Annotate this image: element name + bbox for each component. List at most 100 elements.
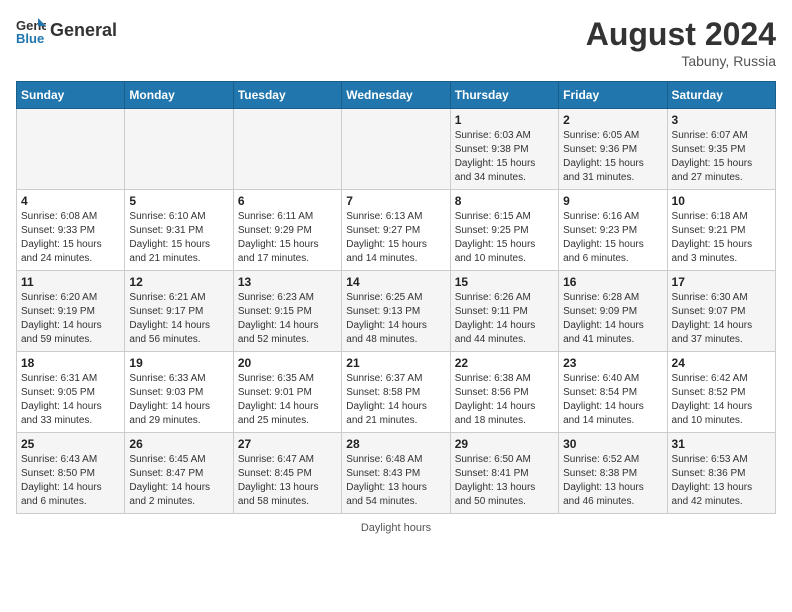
header-cell-thursday: Thursday (450, 82, 558, 109)
day-info: Sunrise: 6:03 AM Sunset: 9:38 PM Dayligh… (455, 129, 554, 185)
day-number: 9 (563, 194, 662, 208)
day-cell: 19Sunrise: 6:33 AM Sunset: 9:03 PM Dayli… (125, 352, 233, 433)
day-info: Sunrise: 6:42 AM Sunset: 8:52 PM Dayligh… (672, 372, 771, 428)
logo: General Blue General (16, 16, 117, 46)
day-info: Sunrise: 6:16 AM Sunset: 9:23 PM Dayligh… (563, 210, 662, 266)
day-number: 24 (672, 356, 771, 370)
day-number: 1 (455, 113, 554, 127)
day-info: Sunrise: 6:47 AM Sunset: 8:45 PM Dayligh… (238, 453, 337, 509)
day-number: 21 (346, 356, 445, 370)
daylight-label: Daylight hours (361, 522, 431, 534)
day-number: 22 (455, 356, 554, 370)
day-cell (17, 109, 125, 190)
day-number: 15 (455, 275, 554, 289)
day-cell: 4 Sunrise: 6:08 AM Sunset: 9:33 PM Daylig… (17, 190, 125, 271)
header-cell-sunday: Sunday (17, 82, 125, 109)
day-info: Sunrise: 6:15 AM Sunset: 9:25 PM Dayligh… (455, 210, 554, 266)
day-cell: 21 Sunrise: 6:37 AM Sunset: 8:58 PM Dayli… (342, 352, 450, 433)
day-info: Sunrise: 6:08 AM Sunset: 9:33 PM Dayligh… (21, 210, 120, 266)
day-info: Sunrise: 6:38 AM Sunset: 8:56 PM Dayligh… (455, 372, 554, 428)
day-cell: 11 Sunrise: 6:20 AM Sunset: 9:19 PM Dayli… (17, 271, 125, 352)
day-cell: 27 Sunrise: 6:47 AM Sunset: 8:45 PM Dayli… (233, 433, 341, 514)
day-info: Sunrise: 6:23 AM Sunset: 9:15 PM Dayligh… (238, 291, 337, 347)
month-year-title: August 2024 (586, 16, 776, 53)
day-info: Sunrise: 6:35 AM Sunset: 9:01 PM Dayligh… (238, 372, 337, 428)
day-info: Sunrise: 6:53 AM Sunset: 8:36 PM Dayligh… (672, 453, 771, 509)
day-number: 27 (238, 437, 337, 451)
day-info: Sunrise: 6:43 AM Sunset: 8:50 PM Dayligh… (21, 453, 120, 509)
day-cell: 20 Sunrise: 6:35 AM Sunset: 9:01 PM Dayli… (233, 352, 341, 433)
calendar-table: SundayMondayTuesdayWednesdayThursdayFrid… (16, 81, 776, 514)
day-info: Sunrise: 6:26 AM Sunset: 9:11 PM Dayligh… (455, 291, 554, 347)
day-info: Sunrise: 6:28 AM Sunset: 9:09 PM Dayligh… (563, 291, 662, 347)
day-cell: 6Sunrise: 6:11 AM Sunset: 9:29 PM Daylig… (233, 190, 341, 271)
day-info: Sunrise: 6:20 AM Sunset: 9:19 PM Dayligh… (21, 291, 120, 347)
day-cell: 3Sunrise: 6:07 AM Sunset: 9:35 PM Daylig… (667, 109, 775, 190)
day-info: Sunrise: 6:11 AM Sunset: 9:29 PM Dayligh… (238, 210, 337, 266)
day-number: 12 (129, 275, 228, 289)
day-cell: 29 Sunrise: 6:50 AM Sunset: 8:41 PM Dayli… (450, 433, 558, 514)
day-info: Sunrise: 6:48 AM Sunset: 8:43 PM Dayligh… (346, 453, 445, 509)
day-number: 20 (238, 356, 337, 370)
day-cell: 18 Sunrise: 6:31 AM Sunset: 9:05 PM Dayli… (17, 352, 125, 433)
day-info: Sunrise: 6:21 AM Sunset: 9:17 PM Dayligh… (129, 291, 228, 347)
day-info: Sunrise: 6:33 AM Sunset: 9:03 PM Dayligh… (129, 372, 228, 428)
day-number: 18 (21, 356, 120, 370)
header-cell-tuesday: Tuesday (233, 82, 341, 109)
day-number: 17 (672, 275, 771, 289)
day-cell: 1 Sunrise: 6:03 AM Sunset: 9:38 PM Daylig… (450, 109, 558, 190)
day-cell: 22 Sunrise: 6:38 AM Sunset: 8:56 PM Dayli… (450, 352, 558, 433)
day-number: 23 (563, 356, 662, 370)
day-cell: 15 Sunrise: 6:26 AM Sunset: 9:11 PM Dayli… (450, 271, 558, 352)
logo-icon: General Blue (16, 16, 46, 46)
day-cell: 16Sunrise: 6:28 AM Sunset: 9:09 PM Dayli… (559, 271, 667, 352)
day-cell: 17Sunrise: 6:30 AM Sunset: 9:07 PM Dayli… (667, 271, 775, 352)
day-cell: 25 Sunrise: 6:43 AM Sunset: 8:50 PM Dayli… (17, 433, 125, 514)
day-cell (233, 109, 341, 190)
day-number: 13 (238, 275, 337, 289)
day-info: Sunrise: 6:52 AM Sunset: 8:38 PM Dayligh… (563, 453, 662, 509)
week-row-3: 11 Sunrise: 6:20 AM Sunset: 9:19 PM Dayli… (17, 271, 776, 352)
day-cell: 2 Sunrise: 6:05 AM Sunset: 9:36 PM Daylig… (559, 109, 667, 190)
day-info: Sunrise: 6:37 AM Sunset: 8:58 PM Dayligh… (346, 372, 445, 428)
day-number: 14 (346, 275, 445, 289)
day-cell: 14 Sunrise: 6:25 AM Sunset: 9:13 PM Dayli… (342, 271, 450, 352)
day-cell: 9 Sunrise: 6:16 AM Sunset: 9:23 PM Daylig… (559, 190, 667, 271)
day-info: Sunrise: 6:25 AM Sunset: 9:13 PM Dayligh… (346, 291, 445, 347)
calendar-header: SundayMondayTuesdayWednesdayThursdayFrid… (17, 82, 776, 109)
day-cell (125, 109, 233, 190)
page-header: General Blue General August 2024 Tabuny,… (16, 16, 776, 69)
day-number: 2 (563, 113, 662, 127)
week-row-2: 4 Sunrise: 6:08 AM Sunset: 9:33 PM Daylig… (17, 190, 776, 271)
day-cell: 10 Sunrise: 6:18 AM Sunset: 9:21 PM Dayli… (667, 190, 775, 271)
day-cell: 31 Sunrise: 6:53 AM Sunset: 8:36 PM Dayli… (667, 433, 775, 514)
day-number: 4 (21, 194, 120, 208)
day-number: 31 (672, 437, 771, 451)
day-info: Sunrise: 6:18 AM Sunset: 9:21 PM Dayligh… (672, 210, 771, 266)
header-cell-monday: Monday (125, 82, 233, 109)
calendar-footer: Daylight hours (16, 522, 776, 534)
day-number: 7 (346, 194, 445, 208)
day-cell: 12 Sunrise: 6:21 AM Sunset: 9:17 PM Dayli… (125, 271, 233, 352)
day-cell: 30Sunrise: 6:52 AM Sunset: 8:38 PM Dayli… (559, 433, 667, 514)
day-cell (342, 109, 450, 190)
day-number: 11 (21, 275, 120, 289)
day-info: Sunrise: 6:10 AM Sunset: 9:31 PM Dayligh… (129, 210, 228, 266)
day-number: 25 (21, 437, 120, 451)
title-block: August 2024 Tabuny, Russia (586, 16, 776, 69)
day-number: 29 (455, 437, 554, 451)
day-info: Sunrise: 6:45 AM Sunset: 8:47 PM Dayligh… (129, 453, 228, 509)
logo-text: General (50, 21, 117, 41)
day-info: Sunrise: 6:13 AM Sunset: 9:27 PM Dayligh… (346, 210, 445, 266)
week-row-5: 25 Sunrise: 6:43 AM Sunset: 8:50 PM Dayli… (17, 433, 776, 514)
day-info: Sunrise: 6:50 AM Sunset: 8:41 PM Dayligh… (455, 453, 554, 509)
header-cell-saturday: Saturday (667, 82, 775, 109)
day-info: Sunrise: 6:31 AM Sunset: 9:05 PM Dayligh… (21, 372, 120, 428)
svg-text:Blue: Blue (16, 31, 44, 46)
day-number: 10 (672, 194, 771, 208)
day-info: Sunrise: 6:07 AM Sunset: 9:35 PM Dayligh… (672, 129, 771, 185)
day-cell: 13 Sunrise: 6:23 AM Sunset: 9:15 PM Dayli… (233, 271, 341, 352)
day-cell: 8Sunrise: 6:15 AM Sunset: 9:25 PM Daylig… (450, 190, 558, 271)
day-info: Sunrise: 6:05 AM Sunset: 9:36 PM Dayligh… (563, 129, 662, 185)
day-number: 5 (129, 194, 228, 208)
